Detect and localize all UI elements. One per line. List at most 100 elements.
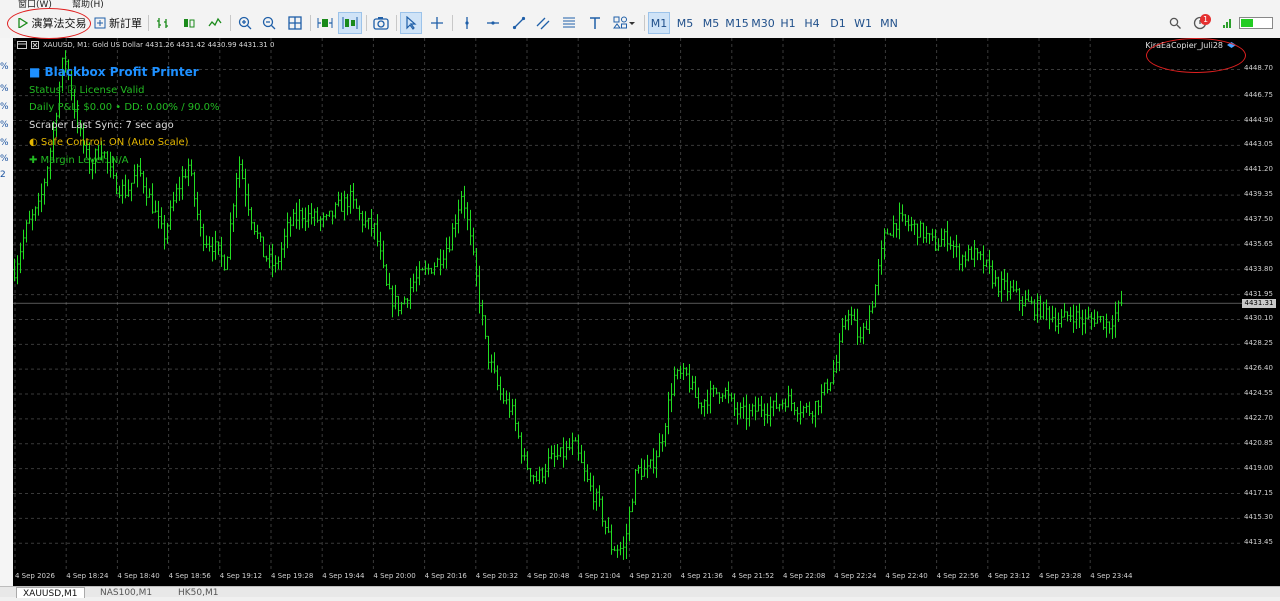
price-bar [970, 246, 973, 260]
price-bar [385, 263, 388, 286]
price-bar [1096, 311, 1099, 324]
price-bar [1072, 304, 1075, 333]
price-bar [1018, 288, 1021, 311]
price-bar [976, 247, 979, 261]
timeframe-w1[interactable]: W1 [852, 12, 874, 34]
new-order-button[interactable]: 新訂單 [92, 12, 144, 34]
price-bar [274, 255, 277, 273]
price-bar [436, 257, 439, 268]
timeframe-h1[interactable]: H1 [778, 12, 798, 34]
price-bar [241, 159, 244, 180]
price-bar [259, 232, 262, 242]
price-bar [922, 222, 925, 244]
price-bar [862, 322, 865, 345]
time-axis: 4 Sep 2026 4 Sep 18:24 4 Sep 18:40 4 Sep 18… [13, 570, 1280, 586]
trend-line-icon[interactable] [508, 12, 530, 34]
price-bar [877, 258, 880, 296]
crosshair-icon[interactable] [426, 12, 448, 34]
channel-icon[interactable] [532, 12, 554, 34]
time-axis-label: 4 Sep 19:12 [219, 572, 263, 580]
menu-window[interactable]: 窗口(W) [18, 0, 52, 8]
bar-chart-icon[interactable] [152, 12, 174, 34]
price-bar [607, 517, 610, 533]
price-bar [319, 216, 322, 232]
price-bar [727, 381, 730, 404]
toolbar-separator [452, 15, 453, 31]
price-bar [229, 212, 232, 260]
price-bar [670, 383, 673, 413]
price-bar [1009, 280, 1012, 300]
price-bar [1102, 316, 1105, 330]
candlestick-icon[interactable] [178, 12, 200, 34]
price-bar [646, 454, 649, 479]
price-bar [352, 182, 355, 209]
price-bar [346, 193, 349, 216]
fibonacci-icon[interactable] [558, 12, 580, 34]
price-axis: 4448.70 4446.75 4444.90 4443.05 4441.20 4439.… [1242, 38, 1280, 570]
timeframe-m30[interactable]: M30 [750, 12, 776, 34]
menu-help[interactable]: 幫助(H) [72, 0, 104, 8]
price-chart[interactable]: XAUUSD, M1: Gold US Dollar 4431.26 4431.… [13, 38, 1242, 570]
toolbar-separator [396, 15, 397, 31]
zoom-in-icon[interactable] [234, 12, 256, 34]
grid-icon[interactable] [284, 12, 306, 34]
price-bar [490, 354, 493, 373]
price-bar [847, 309, 850, 331]
price-bar [1078, 303, 1081, 329]
price-axis-label: 4420.85 [1244, 438, 1273, 447]
tab-xauusd[interactable]: XAUUSD,M1 [16, 587, 85, 599]
daily-pnl: Daily P&L: $0.00 • DD: 0.00% / 90.0% [29, 102, 220, 113]
price-bar [709, 380, 712, 414]
price-bar [439, 249, 442, 276]
price-bar [667, 391, 670, 435]
price-bar [652, 448, 655, 474]
time-axis-label: 4 Sep 22:56 [936, 572, 979, 580]
timeframe-d1[interactable]: D1 [828, 12, 848, 34]
timeframe-mn[interactable]: MN [878, 12, 900, 34]
timeframe-m5[interactable]: M5 [674, 12, 696, 34]
timeframe-m1[interactable]: M1 [648, 12, 670, 34]
price-bar [769, 396, 772, 427]
time-axis-label: 4 Sep 22:40 [885, 572, 928, 580]
price-bar [1042, 301, 1045, 320]
price-bar [637, 464, 640, 474]
chart-shift-icon[interactable] [338, 12, 362, 34]
screenshot-icon[interactable] [370, 12, 392, 34]
timeframe-m15[interactable]: M15 [724, 12, 750, 34]
price-bar [814, 400, 817, 428]
text-tool-icon[interactable] [584, 12, 606, 34]
price-bar [928, 233, 931, 245]
price-bar [724, 387, 727, 399]
cursor-icon[interactable] [400, 12, 422, 34]
line-chart-icon[interactable] [204, 12, 226, 34]
search-icon[interactable] [1166, 12, 1184, 34]
price-bar [682, 362, 685, 381]
price-bar [1060, 308, 1063, 328]
price-bar [931, 228, 934, 242]
auto-scroll-icon[interactable] [314, 12, 336, 34]
price-bar [277, 256, 280, 270]
price-bar [220, 236, 223, 267]
left-strip-value: % [0, 102, 9, 112]
price-bar [889, 232, 892, 236]
price-bar [763, 403, 766, 426]
price-bar [616, 544, 619, 558]
price-bar [919, 220, 922, 238]
price-bar [940, 228, 943, 247]
chart-header: XAUUSD, M1: Gold US Dollar 4431.26 4431.… [17, 41, 274, 49]
time-axis-label: 4 Sep 19:28 [271, 572, 314, 580]
timeframe-h4[interactable]: H4 [802, 12, 822, 34]
vertical-line-icon[interactable] [456, 12, 478, 34]
price-bar [1081, 309, 1084, 336]
price-bar [469, 209, 472, 246]
price-bar [988, 249, 991, 274]
price-bar [676, 368, 679, 380]
timeframe-m5b[interactable]: M5 [700, 12, 722, 34]
price-bar [28, 210, 31, 224]
price-bar [193, 171, 196, 207]
price-bar [1105, 313, 1108, 338]
zoom-out-icon[interactable] [258, 12, 280, 34]
shapes-dropdown-icon[interactable] [608, 12, 640, 34]
price-bar [673, 366, 676, 397]
horizontal-line-icon[interactable] [482, 12, 504, 34]
